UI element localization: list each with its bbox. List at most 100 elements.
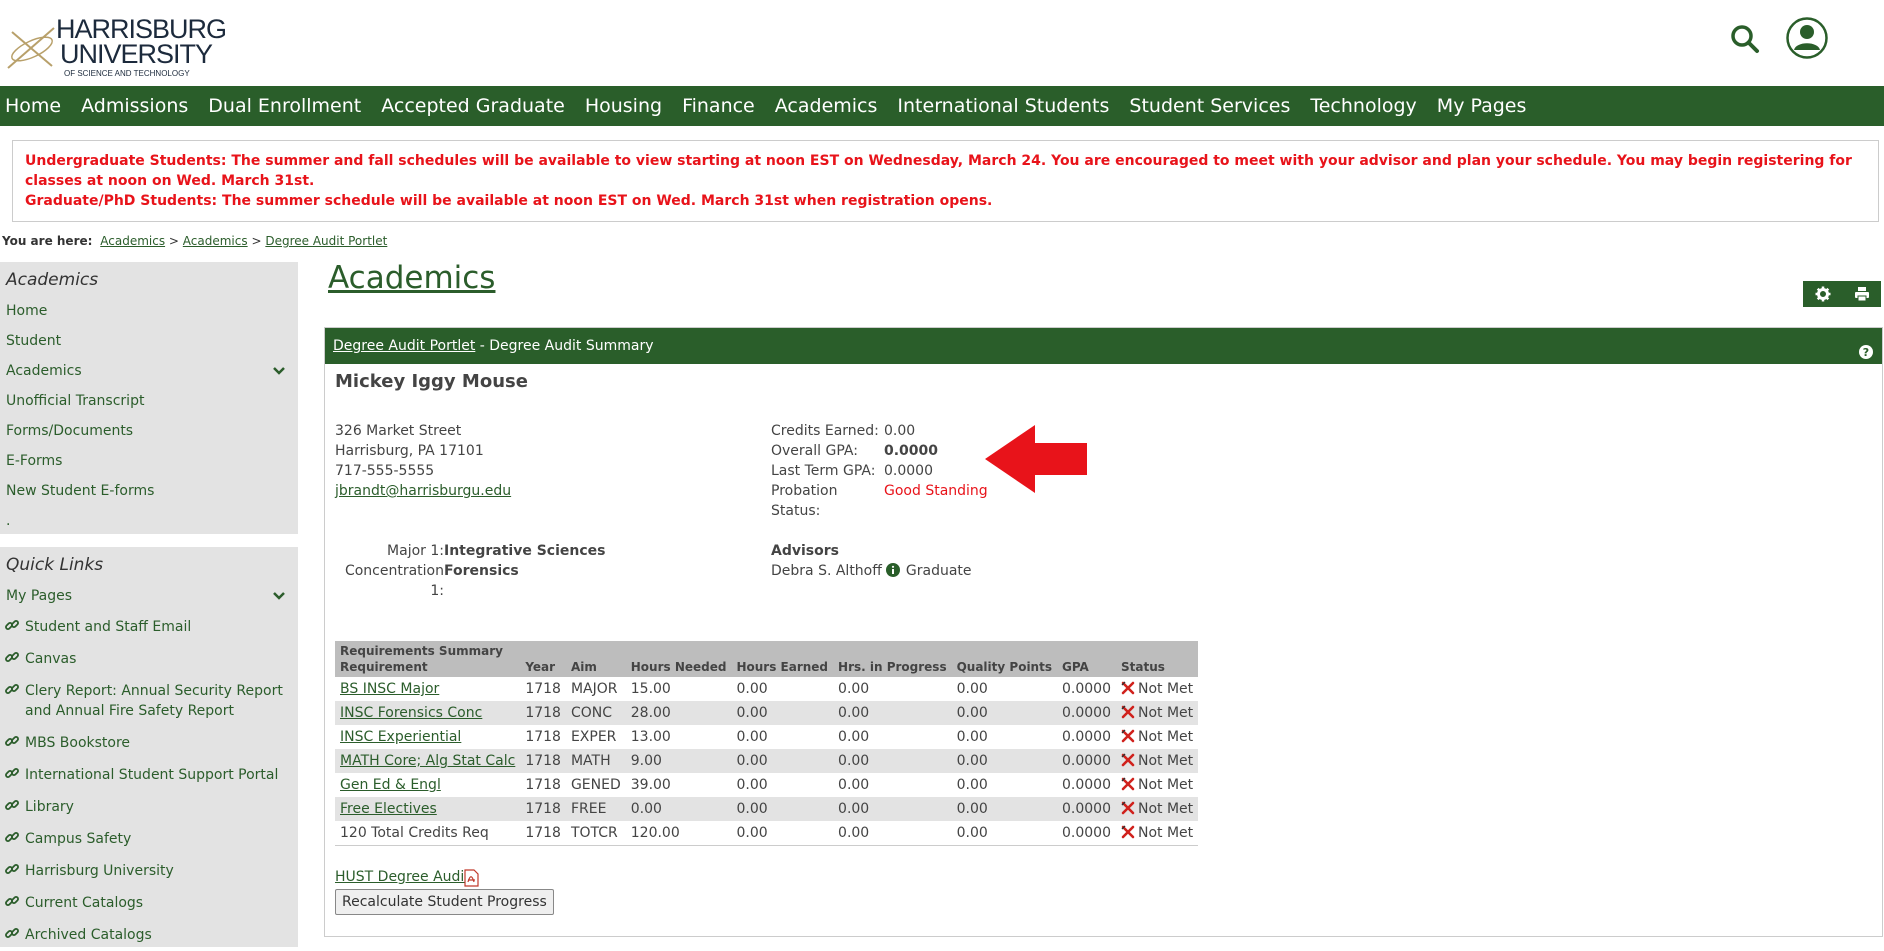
sidebar-item-new-student-e-forms[interactable]: New Student E-forms <box>0 476 298 506</box>
quick-link-archived-catalogs[interactable]: Archived Catalogs <box>0 919 298 951</box>
site-header: HARRISBURG UNIVERSITY OF SCIENCE AND TEC… <box>0 0 1884 86</box>
table-cell: 1718 <box>520 797 566 821</box>
nav-accepted-graduate[interactable]: Accepted Graduate <box>376 95 565 117</box>
nav-international-students[interactable]: International Students <box>892 95 1109 117</box>
sidebar-item-student[interactable]: Student <box>0 326 298 356</box>
table-cell: 0.00 <box>736 777 768 793</box>
credits-earned-value: 0.00 <box>884 423 916 439</box>
nav-academics[interactable]: Academics <box>770 95 878 117</box>
nav-finance[interactable]: Finance <box>677 95 755 117</box>
nav-housing[interactable]: Housing <box>580 95 662 117</box>
help-button[interactable]: ? <box>1858 338 1874 359</box>
breadcrumb-label: You are here: <box>2 234 93 248</box>
column-header: Year <box>520 659 566 677</box>
link-icon <box>5 864 19 874</box>
major-label: Major 1: <box>387 543 444 559</box>
table-cell: EXPER <box>570 729 617 745</box>
requirement-link[interactable]: MATH Core; Alg Stat Calc <box>340 753 515 769</box>
requirement-link[interactable]: BS INSC Major <box>340 681 439 697</box>
probation-status-label: Probation Status: <box>771 483 838 519</box>
table-cell: 120.00 <box>625 821 732 846</box>
column-header: Requirement <box>335 659 521 677</box>
requirement-cell: INSC Forensics Conc <box>335 701 521 725</box>
table-cell: 1718 <box>525 777 561 793</box>
breadcrumb-separator: > <box>251 234 262 248</box>
status-text: Not Met <box>1137 801 1194 817</box>
portal-tools <box>1803 281 1881 307</box>
sidebar-item-academics[interactable]: Academics <box>0 356 298 386</box>
table-cell: 0.0000 <box>1061 729 1111 745</box>
requirement-link[interactable]: INSC Experiential <box>340 729 461 745</box>
link-icon <box>5 832 19 842</box>
breadcrumb-link-academics[interactable]: Academics <box>100 234 165 248</box>
table-cell: 0.00 <box>951 749 1057 773</box>
requirement-link[interactable]: Gen Ed & Engl <box>340 777 441 793</box>
student-email-link[interactable]: jbrandt@harrisburgu.edu <box>335 483 511 499</box>
quick-link-student-and-staff-email[interactable]: Student and Staff Email <box>0 611 298 643</box>
quick-link-clery-report-annual-security-r[interactable]: Clery Report: Annual Security Report and… <box>0 675 298 727</box>
quick-link-library[interactable]: Library <box>0 791 298 823</box>
student-address: 326 Market Street Harrisburg, PA 17101 7… <box>335 421 511 501</box>
sidebar-item-dot[interactable]: . <box>0 506 298 536</box>
settings-button[interactable] <box>1803 281 1842 307</box>
requirement-cell: INSC Experiential <box>335 725 520 749</box>
overall-gpa-label: Overall GPA: <box>771 443 858 459</box>
table-cell: 39.00 <box>630 777 671 793</box>
table-cell: TOTCR <box>565 821 626 846</box>
quick-link-label: International Student Support Portal <box>25 767 279 783</box>
table-row: MATH Core; Alg Stat Calc 1718 MATH 9.00 0.00… <box>335 749 1199 773</box>
nav-student-services[interactable]: Student Services <box>1124 95 1290 117</box>
sidebar-item-e-forms[interactable]: E-Forms <box>0 446 298 476</box>
search-button[interactable] <box>1728 22 1762 56</box>
major-value: Integrative Sciences <box>444 543 606 559</box>
logo-mark-icon <box>7 27 55 69</box>
advisor-role: Graduate <box>905 563 972 579</box>
link-icon <box>5 768 19 778</box>
quick-link-mbs-bookstore[interactable]: MBS Bookstore <box>0 727 298 759</box>
requirement-link[interactable]: INSC Forensics Conc <box>340 705 482 721</box>
quick-link-canvas[interactable]: Canvas <box>0 643 298 675</box>
info-icon[interactable] <box>885 563 900 577</box>
recalculate-progress-button[interactable]: Recalculate Student Progress <box>335 889 554 915</box>
sidebar-title: Academics <box>6 270 99 290</box>
table-cell: CONC <box>565 701 626 725</box>
table-cell: 0.00 <box>833 821 952 846</box>
link-icon <box>5 620 19 630</box>
status-text: Not Met <box>1137 753 1194 769</box>
degree-audit-pdf-link[interactable]: HUST Degree Audit <box>335 869 470 885</box>
nav-my-pages[interactable]: My Pages <box>1432 95 1527 117</box>
table-cell: 15.00 <box>630 681 671 697</box>
quick-link-campus-safety[interactable]: Campus Safety <box>0 823 298 855</box>
portlet-link-degree-audit[interactable]: Degree Audit Portlet <box>333 338 475 354</box>
sidebar-item-home[interactable]: Home <box>0 296 298 326</box>
university-logo[interactable]: HARRISBURG UNIVERSITY OF SCIENCE AND TEC… <box>4 16 227 82</box>
nav-technology[interactable]: Technology <box>1305 95 1416 117</box>
search-icon <box>1731 25 1759 53</box>
table-cell: 0.0000 <box>1056 749 1116 773</box>
page-title[interactable]: Academics <box>328 260 495 296</box>
status-cell: Not Met <box>1115 797 1199 821</box>
announcement-undergraduate: Undergraduate Students: The summer and f… <box>25 153 1852 189</box>
requirement-link[interactable]: Free Electives <box>340 801 437 817</box>
user-account-button[interactable] <box>1785 16 1829 60</box>
link-icon <box>5 736 19 746</box>
nav-home[interactable]: Home <box>0 95 61 117</box>
link-icon <box>5 928 19 938</box>
table-cell: 0.00 <box>731 701 834 725</box>
quick-link-international-student-support-[interactable]: International Student Support Portal <box>0 759 298 791</box>
breadcrumb-link-academics-2[interactable]: Academics <box>183 234 248 248</box>
sidebar-item-forms-documents[interactable]: Forms/Documents <box>0 416 298 446</box>
last-term-gpa-label: Last Term GPA: <box>771 463 876 479</box>
sidebar-item-my-pages[interactable]: My Pages <box>0 581 298 611</box>
nav-dual-enrollment[interactable]: Dual Enrollment <box>203 95 361 117</box>
nav-admissions[interactable]: Admissions <box>76 95 188 117</box>
quick-link-harrisburg-university[interactable]: Harrisburg University <box>0 855 298 887</box>
print-button[interactable] <box>1842 281 1881 307</box>
column-header: GPA <box>1056 659 1116 677</box>
pdf-icon[interactable] <box>462 869 480 887</box>
quick-link-current-catalogs[interactable]: Current Catalogs <box>0 887 298 919</box>
table-cell: 9.00 <box>625 749 732 773</box>
sidebar-item-unofficial-transcript[interactable]: Unofficial Transcript <box>0 386 298 416</box>
table-cell: 0.00 <box>736 729 768 745</box>
breadcrumb-link-degree-audit[interactable]: Degree Audit Portlet <box>265 234 387 248</box>
